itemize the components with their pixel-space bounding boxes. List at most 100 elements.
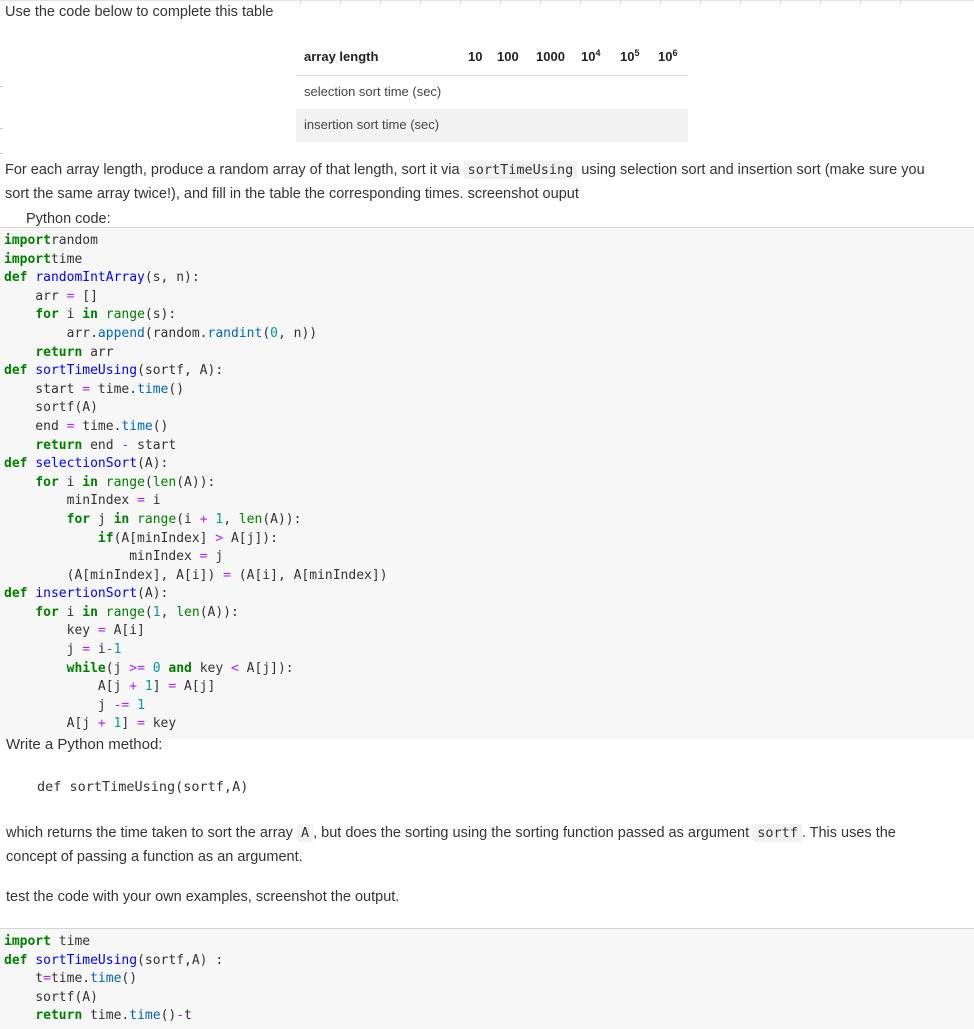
code-token: = [82, 381, 91, 397]
code-token: import [4, 251, 51, 267]
code-token: -= [113, 697, 130, 713]
code-token: j [4, 697, 114, 713]
code-token: arr [4, 288, 67, 304]
row-label-selection: selection sort time (sec) [304, 84, 442, 99]
code-line: A[j + 1] = key [0, 715, 974, 734]
code-line: start = time.time() [0, 381, 974, 400]
code-token: random [50, 233, 98, 248]
code-token: return [35, 1008, 83, 1024]
code-line: def sortTimeUsing(sortf,A) : [0, 952, 974, 971]
code-line: sortf(A) [0, 989, 974, 1008]
code-token: import [4, 934, 51, 949]
code-token: () [121, 971, 138, 987]
code-token: key [144, 716, 177, 732]
code-token: - [176, 1008, 185, 1024]
code-line: for i in range(s): [0, 306, 974, 325]
code-token: (s): [144, 307, 177, 323]
code-token: (random. [144, 325, 208, 341]
code-token: > [215, 530, 224, 546]
length-1000: 1000 [536, 49, 565, 64]
inline-code-sorttimeusing: sortTimeUsing [463, 161, 578, 179]
code-token: key [4, 623, 98, 639]
code-token: time [50, 934, 91, 949]
code-token: A[j [4, 716, 98, 732]
code-token: start [129, 437, 177, 453]
code-token: < [231, 660, 239, 676]
code-token: def [4, 363, 28, 379]
code-line: return arr [0, 344, 974, 363]
code-token: randint [207, 325, 263, 341]
code-token: 1 [215, 511, 224, 527]
length-10-6: 106 [658, 48, 678, 64]
code-token: end [4, 418, 67, 434]
code-token: (j [105, 660, 130, 676]
code-token: for [66, 511, 91, 527]
length-100: 100 [497, 49, 519, 64]
code-line: import time [0, 933, 974, 952]
code-token: 1 [113, 642, 122, 658]
code-line: return end - start [0, 437, 974, 456]
code-line: for j in range(i + 1, len(A)): [0, 511, 974, 530]
code-line: def selectionSort(A): [0, 455, 974, 474]
test-instruction: test the code with your own examples, sc… [6, 889, 400, 905]
code-token: (sortf, A): [137, 363, 224, 379]
code-token: return [35, 437, 83, 453]
code-token: in [82, 307, 98, 323]
code-line: key = A[i] [0, 622, 974, 641]
code-token: time. [50, 971, 91, 987]
code-token: range [105, 604, 145, 620]
code-token: import [4, 233, 51, 248]
code-token: , [223, 511, 239, 527]
margin-tick [0, 128, 3, 129]
code-token: i [58, 474, 83, 490]
code-token: (A)): [176, 474, 216, 490]
code-token: len [152, 474, 177, 490]
code-token: (sortf,A) : [137, 952, 224, 968]
code-token: append [97, 325, 145, 341]
code-token: i [58, 307, 83, 323]
header-array-length: array length [304, 49, 379, 64]
code-token: ] [121, 716, 138, 732]
code-token: insertionSort [35, 586, 138, 602]
code-line: j -= 1 [0, 697, 974, 716]
method-signature: def sortTimeUsing(sortf,A) [37, 779, 249, 795]
code-token: = [137, 493, 145, 509]
paragraph-1-line-1: For each array length, produce a random … [5, 161, 925, 179]
code-token: - [105, 642, 114, 658]
code-token: i [90, 642, 106, 658]
code-token: (A[minIndex] [113, 530, 216, 546]
python-code-caption: Python code: [22, 211, 115, 228]
inline-code-a: A [296, 824, 314, 842]
code-token: t [4, 971, 44, 987]
code-token: time [137, 381, 169, 397]
code-token: in [82, 604, 98, 620]
code-token: A[i] [105, 623, 145, 639]
code-token: if [97, 530, 114, 546]
code-token: range [105, 474, 145, 490]
code-token: 0 [152, 660, 161, 676]
code-token: 1 [137, 697, 145, 713]
code-line: if(A[minIndex] > A[j]): [0, 530, 974, 549]
code-token: = [82, 642, 91, 658]
code-token: ( [262, 325, 271, 341]
code-line: for i in range(len(A)): [0, 474, 974, 493]
code-token: end [82, 437, 122, 453]
code-token: in [113, 511, 130, 527]
code-line: return time.time()-t [0, 1007, 974, 1026]
answer-code-block: import time def sortTimeUsing(sortf,A) : … [0, 928, 974, 1029]
code-token: for [35, 604, 59, 620]
python-code-block: importrandom importtime def randomIntArray… [0, 227, 974, 739]
code-token: i [144, 493, 161, 509]
code-token: (A): [137, 586, 169, 602]
margin-tick [0, 153, 3, 154]
inline-code-sortf: sortf [753, 824, 802, 842]
code-line: arr = [] [0, 288, 974, 307]
